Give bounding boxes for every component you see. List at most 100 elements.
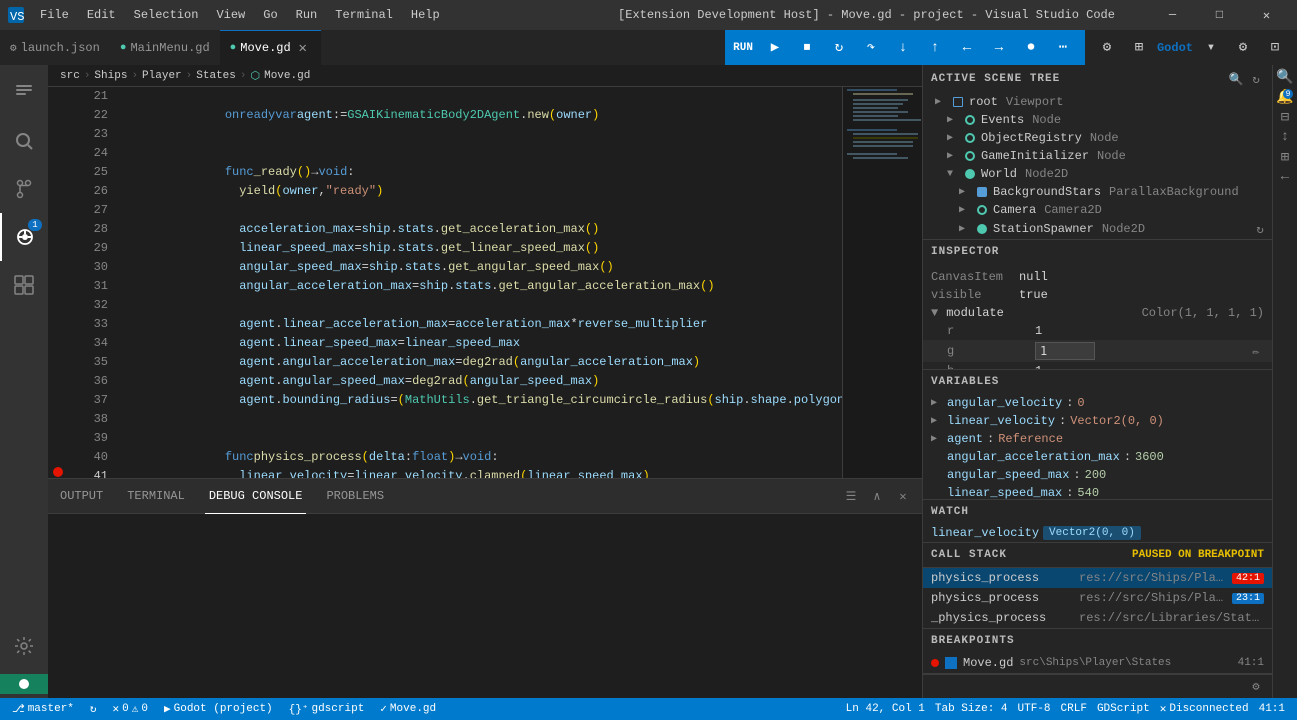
activity-debug[interactable]: 1 <box>0 213 48 261</box>
call-stack-frame-0[interactable]: physics_process res://src/Ships/Player/S… <box>923 568 1272 588</box>
debug-forward-btn[interactable]: → <box>985 34 1013 62</box>
statusbar-errors[interactable]: ✕ 0 ⚠ 0 <box>109 702 152 716</box>
panel-tab-terminal[interactable]: TERMINAL <box>123 479 189 514</box>
var-row-agent[interactable]: ▶ agent : Reference <box>923 430 1272 448</box>
right-more-btn[interactable]: ↕ <box>1277 129 1293 145</box>
scene-tree-search-btn[interactable]: 🔍 <box>1228 71 1244 87</box>
var-row-linear-velocity[interactable]: ▶ linear_velocity : Vector2(0, 0) <box>923 412 1272 430</box>
minimize-button[interactable]: ─ <box>1150 0 1195 30</box>
toolbar-settings-btn[interactable]: ⚙ <box>1093 34 1121 62</box>
statusbar-cursor[interactable]: Ln 42, Col 1 <box>842 703 929 715</box>
debug-stop-btn[interactable]: ⏹ <box>793 34 821 62</box>
menu-terminal[interactable]: Terminal <box>327 6 401 24</box>
tree-item-events[interactable]: ▶ Events Node <box>923 111 1272 129</box>
debug-step-out-btn[interactable]: ↑ <box>921 34 949 62</box>
activity-explorer[interactable] <box>0 69 48 117</box>
activity-settings[interactable] <box>0 622 48 670</box>
statusbar-gdscript[interactable]: {}⁺ gdscript <box>285 702 369 716</box>
menu-view[interactable]: View <box>208 6 253 24</box>
var-row-angular-velocity[interactable]: ▶ angular_velocity : 0 <box>923 394 1272 412</box>
close-button[interactable]: ✕ <box>1244 0 1289 30</box>
breadcrumb-ships[interactable]: Ships <box>94 70 127 82</box>
bp-checkbox[interactable] <box>945 657 957 669</box>
menu-run[interactable]: Run <box>288 6 326 24</box>
inspector-header[interactable]: INSPECTOR <box>923 240 1272 264</box>
statusbar-encoding[interactable]: UTF-8 <box>1014 703 1055 715</box>
panel-tab-problems[interactable]: PROBLEMS <box>322 479 388 514</box>
menu-go[interactable]: Go <box>255 6 285 24</box>
menu-edit[interactable]: Edit <box>79 6 124 24</box>
statusbar-branch[interactable]: ⎇ master* <box>8 702 78 716</box>
breakpoints-header[interactable]: BREAKPOINTS <box>923 629 1272 653</box>
watch-header[interactable]: WATCH <box>923 500 1272 524</box>
statusbar-tab-size[interactable]: Tab Size: 4 <box>931 703 1012 715</box>
right-notification[interactable]: 🔔 9 <box>1277 89 1293 105</box>
panel-collapse-btn[interactable]: ∧ <box>866 485 888 507</box>
breadcrumb-states[interactable]: States <box>196 70 236 82</box>
breadcrumb-file[interactable]: Move.gd <box>264 70 310 82</box>
statusbar-sync[interactable]: ↻ <box>86 702 101 716</box>
tree-item-world[interactable]: ▼ World Node2D <box>923 165 1272 183</box>
code-editor[interactable]: ▶ 21 22 23 24 25 26 27 28 29 30 31 32 33 <box>48 87 922 478</box>
panel-tab-output[interactable]: OUTPUT <box>56 479 107 514</box>
debug-continue-btn[interactable]: ▶ <box>761 34 789 62</box>
toolbar-dropdown-btn[interactable]: ▾ <box>1197 34 1225 62</box>
activity-source-control[interactable] <box>0 165 48 213</box>
tab-close-icon[interactable]: ✕ <box>295 40 311 56</box>
statusbar-line-num[interactable]: 41:1 <box>1255 703 1289 715</box>
tree-item-gameinitializer[interactable]: ▶ GameInitializer Node <box>923 147 1272 165</box>
call-stack-frame-2[interactable]: _physics_process res://src/Libraries/Sta… <box>923 608 1272 628</box>
statusbar-line-ending[interactable]: CRLF <box>1057 703 1091 715</box>
code-content[interactable]: onready var agent := GSAIKinematicBody2D… <box>116 87 842 478</box>
debug-record-btn[interactable]: ⏺ <box>1017 34 1045 62</box>
inspector-g-row[interactable]: g ✏ <box>923 340 1272 362</box>
debug-restart-btn[interactable]: ↻ <box>825 34 853 62</box>
statusbar-godot[interactable]: ▶ Godot (project) <box>160 702 277 716</box>
scene-tree-header[interactable]: ACTIVE SCENE TREE 🔍 ↻ <box>923 65 1272 93</box>
tree-item-root[interactable]: ▶ root Viewport <box>923 93 1272 111</box>
right-panel-btn[interactable]: ⊞ <box>1277 149 1293 165</box>
minimap[interactable] <box>842 87 922 478</box>
statusbar-disconnected[interactable]: ✕ Disconnected <box>1156 702 1253 716</box>
panel-content[interactable] <box>48 514 922 698</box>
tab-move-gd[interactable]: ● Move.gd ✕ <box>220 30 321 65</box>
debug-more-btn[interactable]: ⋯ <box>1049 34 1077 62</box>
statusbar-modified[interactable]: ✓ Move.gd <box>376 702 440 716</box>
activity-search[interactable] <box>0 117 48 165</box>
right-layout-btn[interactable]: ⊟ <box>1277 109 1293 125</box>
menu-selection[interactable]: Selection <box>126 6 207 24</box>
breadcrumb-player[interactable]: Player <box>142 70 182 82</box>
inspector-g-input[interactable] <box>1035 342 1095 360</box>
menu-help[interactable]: Help <box>403 6 448 24</box>
call-stack-frame-1[interactable]: physics_process res://src/Ships/Player/S… <box>923 588 1272 608</box>
tab-main-menu-gd[interactable]: ● MainMenu.gd <box>110 30 220 65</box>
statusbar-language[interactable]: GDScript <box>1093 703 1154 715</box>
toolbar-layout-btn[interactable]: ⊞ <box>1125 34 1153 62</box>
tab-launch-json[interactable]: ⚙ launch.json <box>0 30 110 65</box>
toolbar-maximize-btn[interactable]: ⊡ <box>1261 34 1289 62</box>
maximize-button[interactable]: □ <box>1197 0 1242 30</box>
tree-item-camera[interactable]: ▶ Camera Camera2D <box>923 201 1272 219</box>
scene-tree-refresh-btn[interactable]: ↻ <box>1248 71 1264 87</box>
breadcrumb-src[interactable]: src <box>60 70 80 82</box>
inspector-edit-btn[interactable]: ✏ <box>1248 343 1264 359</box>
menu-file[interactable]: File <box>32 6 77 24</box>
debug-step-over-btn[interactable]: ↷ <box>857 34 885 62</box>
activity-extensions[interactable] <box>0 261 48 309</box>
tree-item-stationspawner[interactable]: ▶ StationSpawner Node2D ↻ <box>923 219 1272 239</box>
toolbar-settings-btn2[interactable]: ⚙ <box>1229 34 1257 62</box>
panel-tab-debug-console[interactable]: DEBUG CONSOLE <box>205 479 307 514</box>
tree-item-objectregistry[interactable]: ▶ ObjectRegistry Node <box>923 129 1272 147</box>
debug-back-btn[interactable]: ← <box>953 34 981 62</box>
panel-filter-btn[interactable]: ☰ <box>840 485 862 507</box>
panel-close-btn[interactable]: ✕ <box>892 485 914 507</box>
right-close-btn[interactable]: ← <box>1277 169 1293 185</box>
remote-indicator[interactable] <box>0 674 48 694</box>
right-search-btn[interactable]: 🔍 <box>1277 69 1293 85</box>
sidebar-settings-btn[interactable]: ⚙ <box>1248 679 1264 695</box>
godot-btn[interactable]: Godot <box>1157 41 1193 55</box>
variables-header[interactable]: VARIABLES <box>923 370 1272 394</box>
debug-step-into-btn[interactable]: ↓ <box>889 34 917 62</box>
node-refresh-btn[interactable]: ↻ <box>1252 221 1268 237</box>
tree-item-bgstars[interactable]: ▶ BackgroundStars ParallaxBackground <box>923 183 1272 201</box>
